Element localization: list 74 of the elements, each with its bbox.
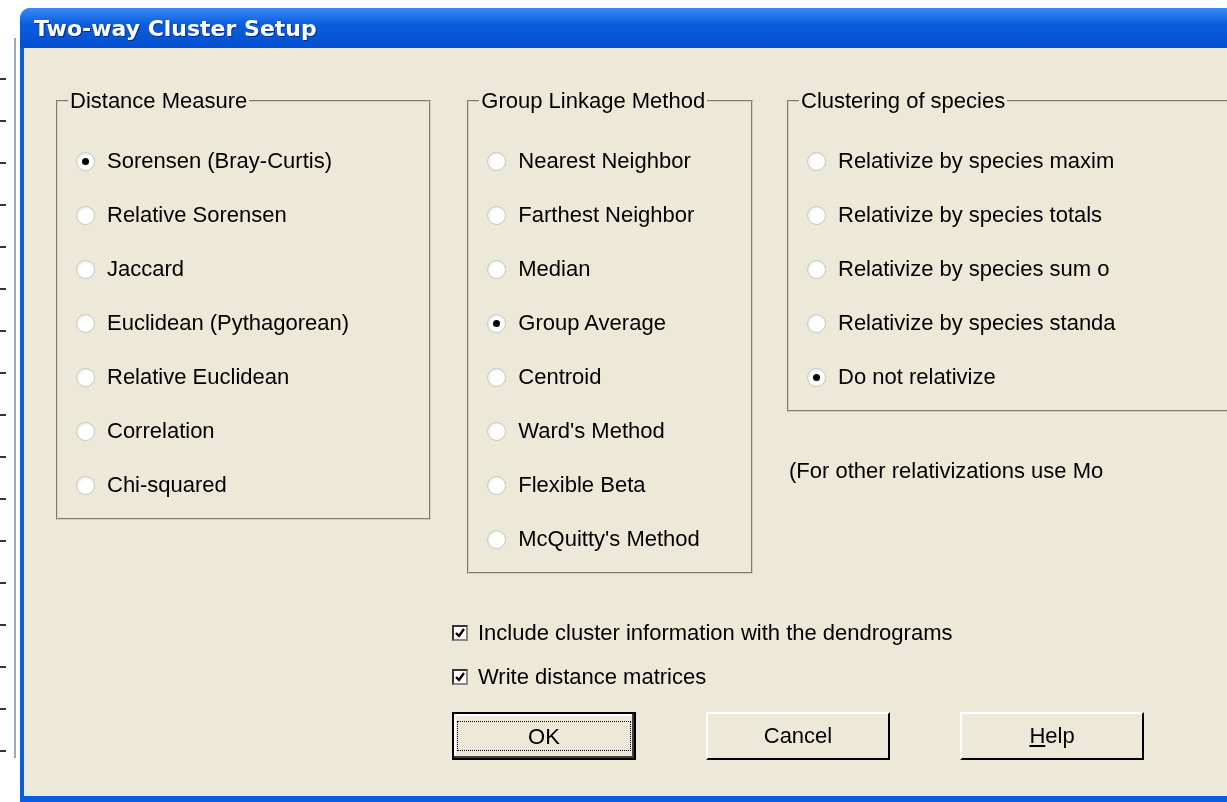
radio-button[interactable] — [76, 259, 95, 279]
radio-option[interactable]: Correlation — [76, 416, 410, 446]
radio-option[interactable]: Euclidean (Pythagorean) — [76, 308, 410, 338]
radio-button[interactable] — [487, 205, 507, 225]
option-label: Jaccard — [107, 256, 185, 282]
radio-button[interactable] — [807, 205, 826, 225]
option-label: Do not relativize — [838, 364, 996, 390]
option-label: Relative Euclidean — [107, 364, 290, 390]
radio-button[interactable] — [76, 367, 95, 387]
radio-option[interactable]: Relative Euclidean — [76, 362, 410, 392]
radio-button[interactable] — [807, 259, 826, 279]
option-label: Chi-squared — [107, 472, 227, 498]
radio-button[interactable] — [487, 313, 507, 333]
radio-option[interactable]: Relativize by species sum o — [807, 254, 1207, 284]
radio-option[interactable]: Jaccard — [76, 254, 410, 284]
option-label: Farthest Neighbor — [518, 202, 695, 228]
checkbox-label: Write distance matrices — [478, 664, 707, 690]
radio-button[interactable] — [807, 367, 826, 387]
radio-option[interactable]: Chi-squared — [76, 470, 410, 500]
radio-button[interactable] — [76, 205, 95, 225]
radio-button[interactable] — [76, 475, 95, 495]
radio-option[interactable]: Ward's Method — [487, 416, 731, 446]
window-title: Two-way Cluster Setup — [34, 15, 317, 41]
group-title: Clustering of species — [800, 88, 1007, 114]
radio-button[interactable] — [487, 259, 507, 279]
radio-button[interactable] — [487, 475, 507, 495]
radio-option[interactable]: Group Average — [487, 308, 731, 338]
radio-button[interactable] — [76, 421, 95, 441]
radio-option[interactable]: Farthest Neighbor — [487, 200, 731, 230]
dialog-button[interactable]: Cancel — [706, 712, 890, 760]
radio-option[interactable]: Sorensen (Bray-Curtis) — [76, 146, 410, 176]
option-label: Ward's Method — [518, 418, 665, 444]
radio-option[interactable]: Do not relativize — [807, 362, 1207, 392]
checkbox[interactable] — [452, 625, 468, 641]
radio-option[interactable]: Nearest Neighbor — [487, 146, 731, 176]
checkbox-label: Include cluster information with the dendrograms — [478, 620, 953, 646]
option-label: Nearest Neighbor — [518, 148, 691, 174]
dialog-button[interactable]: OK — [452, 712, 636, 760]
option-label: Relativize by species standa — [838, 310, 1116, 336]
checkbox-option[interactable]: Write distance matrices — [452, 664, 1227, 690]
radio-option[interactable]: McQuitty's Method — [487, 524, 731, 554]
radio-option[interactable]: Centroid — [487, 362, 731, 392]
option-label: Relative Sorensen — [107, 202, 287, 228]
option-label: Correlation — [107, 418, 215, 444]
radio-button[interactable] — [487, 367, 507, 387]
option-label: Sorensen (Bray-Curtis) — [107, 148, 332, 174]
radio-option[interactable]: Relativize by species standa — [807, 308, 1207, 338]
radio-button[interactable] — [487, 529, 507, 549]
radio-button[interactable] — [76, 151, 95, 171]
option-label: Relativize by species maxim — [838, 148, 1115, 174]
option-label: Relativize by species totals — [838, 202, 1103, 228]
radio-button[interactable] — [76, 313, 95, 333]
option-label: Flexible Beta — [518, 472, 646, 498]
radio-option[interactable]: Relativize by species maxim — [807, 146, 1207, 176]
radio-option[interactable]: Relativize by species totals — [807, 200, 1207, 230]
option-label: Median — [518, 256, 591, 282]
option-label: Relativize by species sum o — [838, 256, 1110, 282]
checkbox-option[interactable]: Include cluster information with the dendrograms — [452, 620, 1227, 646]
option-label: Euclidean (Pythagorean) — [107, 310, 350, 336]
radio-option[interactable]: Relative Sorensen — [76, 200, 410, 230]
group-title: Group Linkage Method — [480, 88, 707, 114]
option-label: McQuitty's Method — [518, 526, 700, 552]
option-label: Group Average — [518, 310, 666, 336]
note-text: (For other relativizations use Mo — [789, 458, 1105, 484]
radio-option[interactable]: Median — [487, 254, 731, 284]
option-label: Centroid — [518, 364, 602, 390]
radio-button[interactable] — [487, 421, 507, 441]
radio-button[interactable] — [807, 151, 826, 171]
radio-button[interactable] — [807, 313, 826, 333]
dialog-button[interactable]: Help — [960, 712, 1144, 760]
checkbox[interactable] — [452, 669, 468, 685]
radio-option[interactable]: Flexible Beta — [487, 470, 731, 500]
group-title: Distance Measure — [69, 88, 249, 114]
radio-button[interactable] — [487, 151, 507, 171]
